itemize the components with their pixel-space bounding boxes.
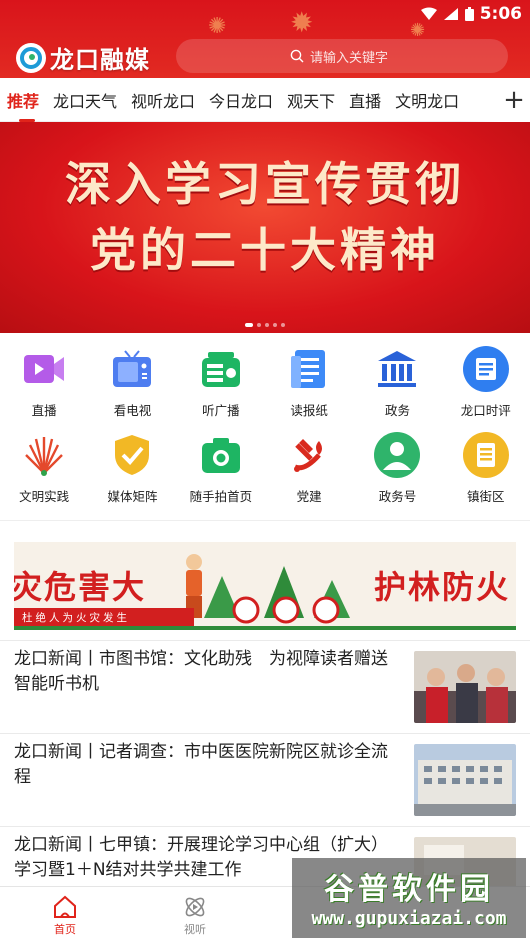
search-icon <box>290 49 304 63</box>
grid-item-government[interactable]: 政务 <box>353 338 441 424</box>
nav-audio-video[interactable]: 视听 <box>130 887 260 940</box>
carousel-indicator <box>0 323 530 327</box>
grid-item-civilization[interactable]: 文明实践 <box>0 424 88 510</box>
grid-item-label: 文明实践 <box>19 489 70 504</box>
news-item[interactable]: 龙口新闻丨市图书馆：文化助残 为视障读者赠送智能听书机 <box>0 640 530 733</box>
watermark-url: www.gupuxiazai.com <box>311 908 507 929</box>
firework-decoration: ✺ <box>208 14 227 39</box>
tab-recommend[interactable]: 推荐 <box>7 88 39 122</box>
nav-home-label: 首页 <box>54 923 76 936</box>
carousel-dot <box>265 323 269 327</box>
signal-icon <box>443 8 458 20</box>
radio-icon <box>198 346 244 392</box>
battery-icon <box>464 7 474 21</box>
function-grid: 直播 看电视 听广播 读报纸 政务 龙口时评 文明实践 媒体矩阵 随手拍首页 党… <box>0 338 530 510</box>
ad-banner[interactable]: 灾危害大 护林防火 杜绝人为火灾发生 <box>14 542 516 630</box>
status-time: 5:06 <box>479 4 522 24</box>
carousel-dot <box>281 323 285 327</box>
tab-today-longkou[interactable]: 今日龙口 <box>209 88 273 112</box>
grid-item-label: 听广播 <box>202 403 240 418</box>
tab-world[interactable]: 观天下 <box>287 88 335 112</box>
grid-item-commentary[interactable]: 龙口时评 <box>442 338 530 424</box>
grid-item-label: 政务 <box>384 403 410 418</box>
grid-item-label: 随手拍首页 <box>189 489 253 504</box>
status-bar: 5:06 <box>420 4 522 24</box>
banner-line-1: 深入学习宣传贯彻 <box>65 157 465 211</box>
nav-audio-video-label: 视听 <box>184 923 206 936</box>
firework-decoration: ✹ <box>290 6 314 39</box>
grid-item-snapshot[interactable]: 随手拍首页 <box>177 424 265 510</box>
watermark-title: 谷普软件园 <box>324 872 494 907</box>
ad-right-text: 护林防火 <box>373 568 510 606</box>
site-watermark: 谷普软件园 www.gupuxiazai.com <box>292 858 526 938</box>
grid-item-newspaper[interactable]: 读报纸 <box>265 338 353 424</box>
wifi-icon <box>420 7 437 20</box>
banner-line-2: 党的二十大精神 <box>90 223 440 277</box>
grid-item-label: 看电视 <box>113 403 152 418</box>
grid-item-label: 媒体矩阵 <box>107 489 158 504</box>
carousel-dot <box>245 323 253 327</box>
district-icon <box>462 432 509 478</box>
tab-audio-video[interactable]: 视听龙口 <box>131 88 195 112</box>
grid-item-label: 读报纸 <box>290 403 328 418</box>
search-bar[interactable]: 请输入关键字 <box>176 39 508 73</box>
tab-longkou-weather[interactable]: 龙口天气 <box>53 88 117 112</box>
news-thumbnail <box>414 651 516 723</box>
grid-item-label: 政务号 <box>378 489 417 504</box>
grid-item-official-account[interactable]: 政务号 <box>353 424 441 510</box>
grid-item-party-building[interactable]: 党建 <box>265 424 353 510</box>
video-camera-icon <box>21 346 67 392</box>
flower-emblem-icon <box>21 432 67 478</box>
forest-illustration <box>186 554 350 624</box>
news-item[interactable]: 龙口新闻丨记者调查：市中医医院新院区就诊全流程 <box>0 733 530 826</box>
grid-item-live[interactable]: 直播 <box>0 338 88 424</box>
logo-icon <box>16 42 46 73</box>
tab-civilized-longkou[interactable]: 文明龙口 <box>395 88 459 112</box>
commentary-icon <box>462 346 509 392</box>
hero-banner[interactable]: 深入学习宣传贯彻 党的二十大精神 <box>0 122 530 333</box>
play-orbit-icon <box>185 897 205 917</box>
shield-check-icon <box>109 432 155 478</box>
ad-left-text: 灾危害大 <box>14 568 147 606</box>
news-title: 龙口新闻丨记者调查：市中医医院新院区就诊全流程 <box>14 742 388 787</box>
grid-item-districts[interactable]: 镇街区 <box>442 424 530 510</box>
carousel-dot <box>273 323 277 327</box>
app-header: ✺ ✹ ✺ 5:06 龙口融媒 请输入关键字 <box>0 0 530 78</box>
carousel-dot <box>257 323 261 327</box>
home-icon <box>54 895 76 918</box>
government-building-icon <box>374 346 420 392</box>
grid-item-label: 龙口时评 <box>460 403 511 418</box>
nav-home[interactable]: 首页 <box>0 887 130 940</box>
search-placeholder: 请输入关键字 <box>310 50 389 66</box>
grid-item-label: 党建 <box>296 489 322 504</box>
grid-item-label: 镇街区 <box>467 489 505 504</box>
grid-item-label: 直播 <box>31 403 57 418</box>
tv-icon <box>109 346 155 392</box>
grid-item-watch-tv[interactable]: 看电视 <box>88 338 176 424</box>
news-title: 龙口新闻丨市图书馆：文化助残 为视障读者赠送智能听书机 <box>14 649 388 694</box>
add-tab-button[interactable]: + <box>498 78 530 122</box>
camera-icon <box>198 432 244 478</box>
category-tabs: 推荐 龙口天气 视听龙口 今日龙口 观天下 直播 文明龙口 + <box>0 78 530 122</box>
official-account-icon <box>374 432 421 478</box>
divider <box>0 520 530 521</box>
grid-item-radio[interactable]: 听广播 <box>177 338 265 424</box>
app-logo: 龙口融媒 <box>16 40 150 75</box>
party-emblem-icon <box>286 432 332 478</box>
tab-live[interactable]: 直播 <box>349 88 381 112</box>
app-name: 龙口融媒 <box>50 45 150 74</box>
ad-strip-text: 杜绝人为火灾发生 <box>14 608 194 626</box>
newspaper-icon <box>286 346 332 392</box>
grid-item-media-matrix[interactable]: 媒体矩阵 <box>88 424 176 510</box>
news-thumbnail <box>414 744 516 816</box>
